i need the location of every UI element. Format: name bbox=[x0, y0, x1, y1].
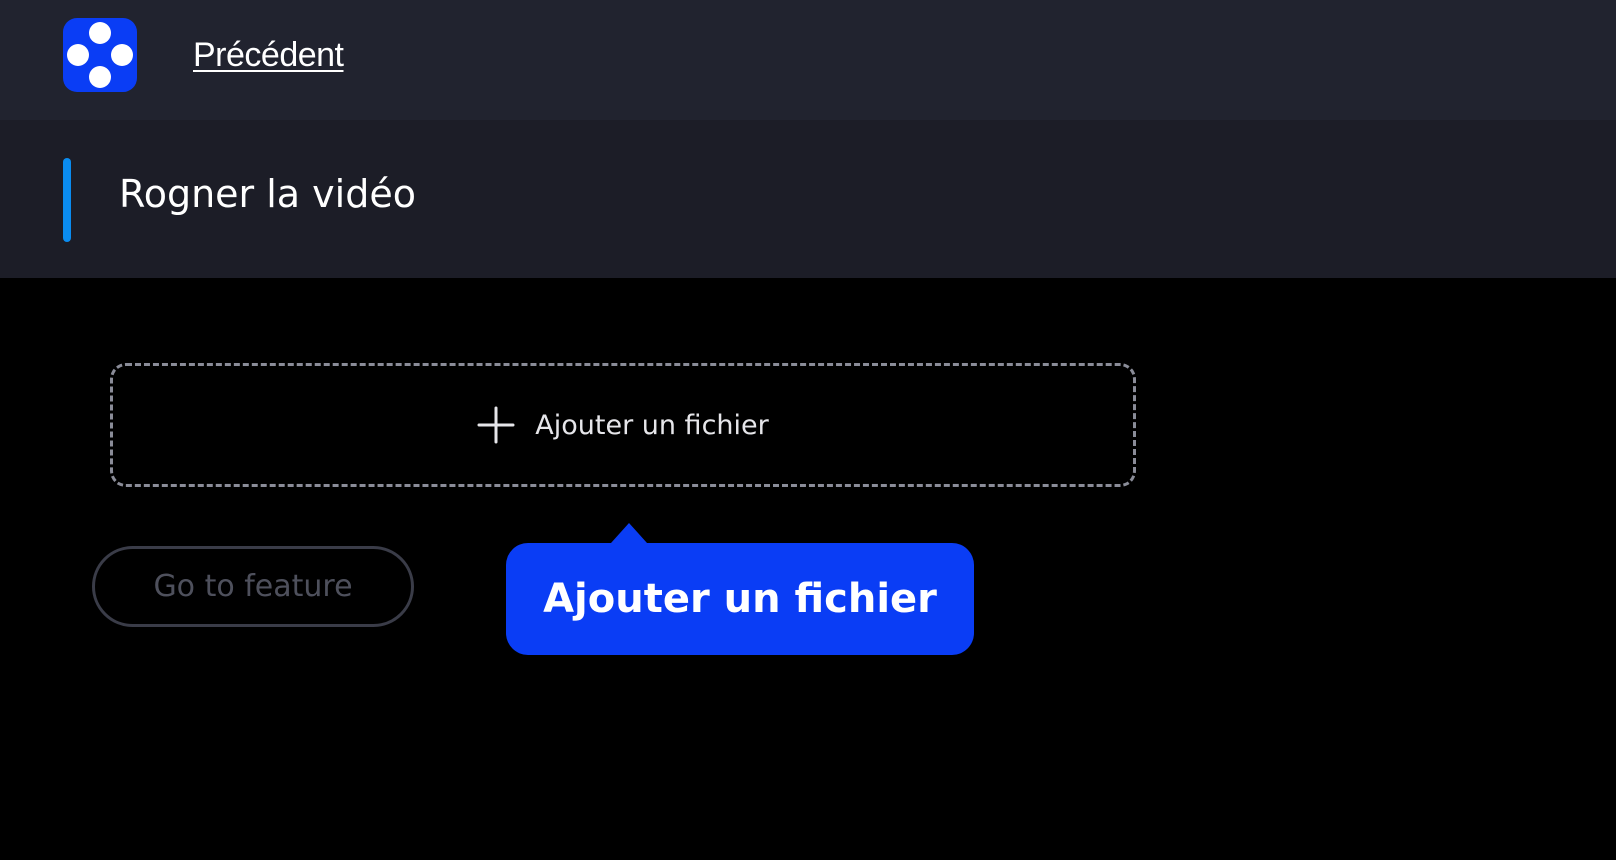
go-to-feature-button[interactable]: Go to feature bbox=[92, 546, 414, 627]
add-file-tooltip: Ajouter un fichier bbox=[506, 523, 974, 655]
title-accent-bar bbox=[63, 158, 71, 242]
dropzone-content: Ajouter un fichier bbox=[477, 406, 769, 444]
tooltip-arrow bbox=[611, 523, 647, 543]
logo-dot bbox=[89, 22, 111, 44]
page-title: Rogner la vidéo bbox=[119, 172, 416, 216]
add-file-dropzone[interactable]: Ajouter un fichier bbox=[110, 363, 1136, 487]
back-link[interactable]: Précédent bbox=[193, 36, 344, 75]
add-file-label: Ajouter un fichier bbox=[535, 409, 769, 441]
logo-dot bbox=[111, 44, 133, 66]
title-section: Rogner la vidéo bbox=[0, 120, 1616, 278]
app-logo-icon[interactable] bbox=[63, 18, 137, 92]
tooltip-text: Ajouter un fichier bbox=[543, 576, 937, 622]
top-bar: Précédent bbox=[0, 0, 1616, 120]
logo-dot bbox=[89, 66, 111, 88]
logo-dot bbox=[67, 44, 89, 66]
plus-icon bbox=[477, 406, 515, 444]
